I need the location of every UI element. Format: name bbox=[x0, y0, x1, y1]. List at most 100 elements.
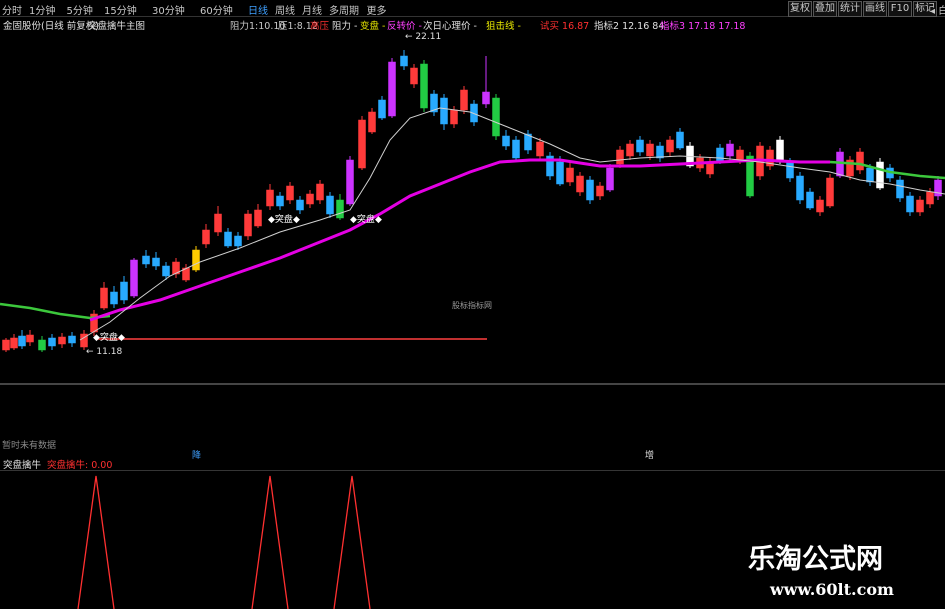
candle-body bbox=[142, 255, 150, 265]
marker-decrease: 降 bbox=[192, 451, 202, 461]
candle-body bbox=[896, 179, 904, 199]
candle-body bbox=[636, 139, 644, 153]
candle-body bbox=[214, 213, 222, 233]
candle-body bbox=[440, 97, 448, 125]
watermark-title: 乐淘公式网 bbox=[748, 544, 883, 575]
candle-body bbox=[38, 339, 46, 351]
candle-body bbox=[388, 61, 396, 117]
candle-body bbox=[420, 63, 428, 109]
no-data-text: 暂时未有数据 bbox=[2, 441, 57, 451]
indicator-spike bbox=[333, 475, 371, 609]
candle-body bbox=[606, 167, 614, 191]
candle-body bbox=[656, 145, 664, 159]
candle-body bbox=[10, 337, 18, 349]
candle-body bbox=[826, 177, 834, 207]
period-tab[interactable]: 周线 bbox=[275, 2, 295, 17]
candle-body bbox=[556, 161, 564, 185]
candle-body bbox=[566, 167, 574, 183]
candle-body bbox=[276, 195, 284, 207]
candle-body bbox=[926, 191, 934, 205]
candle-body bbox=[224, 231, 232, 247]
signal-text: 突盘 bbox=[99, 333, 118, 343]
candle-body bbox=[152, 257, 160, 267]
candle-body bbox=[286, 185, 294, 201]
toolbar-button[interactable]: F10 bbox=[888, 1, 912, 17]
indicator-spike bbox=[77, 475, 115, 609]
candle-body bbox=[856, 151, 864, 171]
candle-body bbox=[776, 139, 784, 163]
candle-body bbox=[130, 259, 138, 297]
candle-body bbox=[26, 334, 34, 343]
candle-body bbox=[162, 265, 170, 277]
ma-magenta-line bbox=[89, 158, 830, 322]
watermark-url: www.60lt.com bbox=[770, 580, 894, 599]
candle-body bbox=[460, 89, 468, 111]
period-tab[interactable]: 日线 bbox=[248, 2, 268, 17]
signal-label: ◆突盘◆ bbox=[350, 215, 382, 225]
signal-text: 突盘 bbox=[274, 215, 293, 225]
candle-body bbox=[666, 139, 674, 153]
candle-body bbox=[616, 149, 624, 165]
candle-body bbox=[596, 185, 604, 197]
candle-body bbox=[726, 143, 734, 157]
indicator-panel-title[interactable]: 突盘擒牛 bbox=[3, 457, 41, 471]
candle-body bbox=[244, 213, 252, 237]
candle-body bbox=[336, 199, 344, 219]
candle-body bbox=[410, 67, 418, 85]
candle-body bbox=[512, 139, 520, 159]
candle-body bbox=[502, 135, 510, 147]
period-tab[interactable]: 60分钟 bbox=[200, 2, 233, 17]
toolbar-button[interactable]: 统计 bbox=[838, 1, 862, 17]
candle-body bbox=[120, 281, 128, 301]
candle-body bbox=[576, 175, 584, 193]
candle-body bbox=[736, 149, 744, 161]
period-tab[interactable]: 更多 bbox=[367, 2, 387, 17]
candle-body bbox=[368, 111, 376, 133]
period-tab[interactable]: 5分钟 bbox=[67, 2, 93, 17]
candle-body bbox=[58, 336, 66, 345]
candle-body bbox=[866, 167, 874, 183]
candle-body bbox=[48, 337, 56, 347]
signal-text: 突盘 bbox=[356, 215, 375, 225]
period-tab[interactable]: 多周期 bbox=[329, 2, 359, 17]
candle-body bbox=[586, 179, 594, 201]
indicator-panel-value: 突盘擒牛: 0.00 bbox=[47, 460, 113, 471]
candle-body bbox=[646, 143, 654, 157]
candle-body bbox=[326, 195, 334, 215]
candle-body bbox=[816, 199, 824, 213]
candle-body bbox=[676, 131, 684, 149]
candle-body bbox=[786, 161, 794, 179]
candle-body bbox=[110, 291, 118, 305]
top-toolbar: 分时 1分钟 5分钟 15分钟 30分钟 60分钟 日线 周线 月线 多周期 更多 复权 叠加 统计 画线… bbox=[0, 0, 945, 17]
candle-body bbox=[316, 183, 324, 201]
period-tab[interactable]: 30分钟 bbox=[152, 2, 185, 17]
candle-body bbox=[492, 97, 500, 137]
marker-increase: 增 bbox=[645, 451, 655, 461]
candlestick-chart[interactable] bbox=[0, 30, 945, 440]
period-tab[interactable]: 月线 bbox=[302, 2, 322, 17]
high-price-value: 22.11 bbox=[415, 32, 442, 42]
candle-body bbox=[266, 189, 274, 207]
candle-body bbox=[906, 195, 914, 213]
info-bar: 金固股份(日线 前复权) 突盘擒牛主图 阻力1:10.10 压1:8.12 高压… bbox=[0, 17, 945, 32]
low-price-value: 11.18 bbox=[96, 347, 123, 357]
candle-body bbox=[536, 141, 544, 157]
candle-body bbox=[400, 55, 408, 67]
toolbar-button[interactable]: 复权 bbox=[788, 1, 812, 17]
toolbar-button[interactable]: 叠加 bbox=[813, 1, 837, 17]
period-tab[interactable]: 1分钟 bbox=[29, 2, 55, 17]
candle-body bbox=[378, 99, 386, 119]
candle-body bbox=[18, 335, 26, 347]
candle-body bbox=[626, 143, 634, 157]
candle-body bbox=[100, 287, 108, 309]
period-tab[interactable]: 分时 bbox=[2, 2, 22, 17]
center-watermark: 股标指标网 bbox=[452, 301, 492, 310]
period-tab[interactable]: 15分钟 bbox=[104, 2, 137, 17]
candle-body bbox=[202, 229, 210, 245]
candle-body bbox=[806, 191, 814, 209]
candle-body bbox=[68, 335, 76, 344]
toolbar-button[interactable]: 画线 bbox=[863, 1, 887, 17]
scroll-arrow[interactable]: ◂ 白 bbox=[930, 2, 945, 17]
signal-label: ◆突盘◆ bbox=[268, 215, 300, 225]
indicator-spike bbox=[251, 475, 289, 609]
